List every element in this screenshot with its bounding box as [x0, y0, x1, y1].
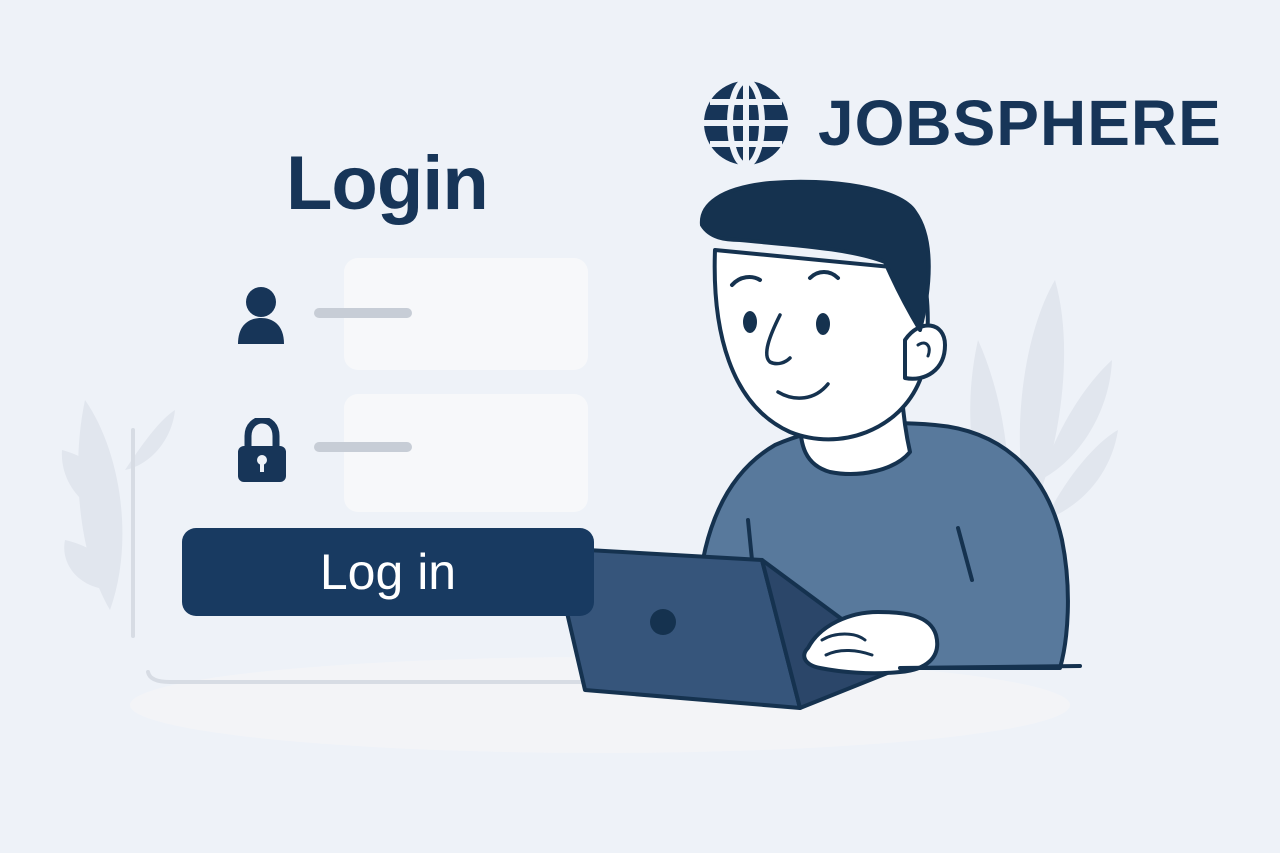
brand-logo[interactable]: JOBSPHERE [698, 78, 1222, 168]
username-placeholder-line [314, 308, 412, 318]
login-button[interactable]: Log in [182, 528, 594, 616]
page-title: Login [286, 141, 489, 226]
lock-icon [238, 418, 286, 482]
password-input-box[interactable] [344, 394, 588, 512]
brand-name: JOBSPHERE [818, 87, 1222, 159]
person-illustration [550, 179, 1082, 710]
left-plant [61, 400, 175, 610]
user-icon [238, 287, 284, 344]
laptop-logo [650, 609, 676, 635]
globe-icon [704, 78, 788, 168]
username-field[interactable] [232, 258, 592, 370]
password-field[interactable] [232, 394, 592, 512]
password-placeholder-line [314, 442, 412, 452]
